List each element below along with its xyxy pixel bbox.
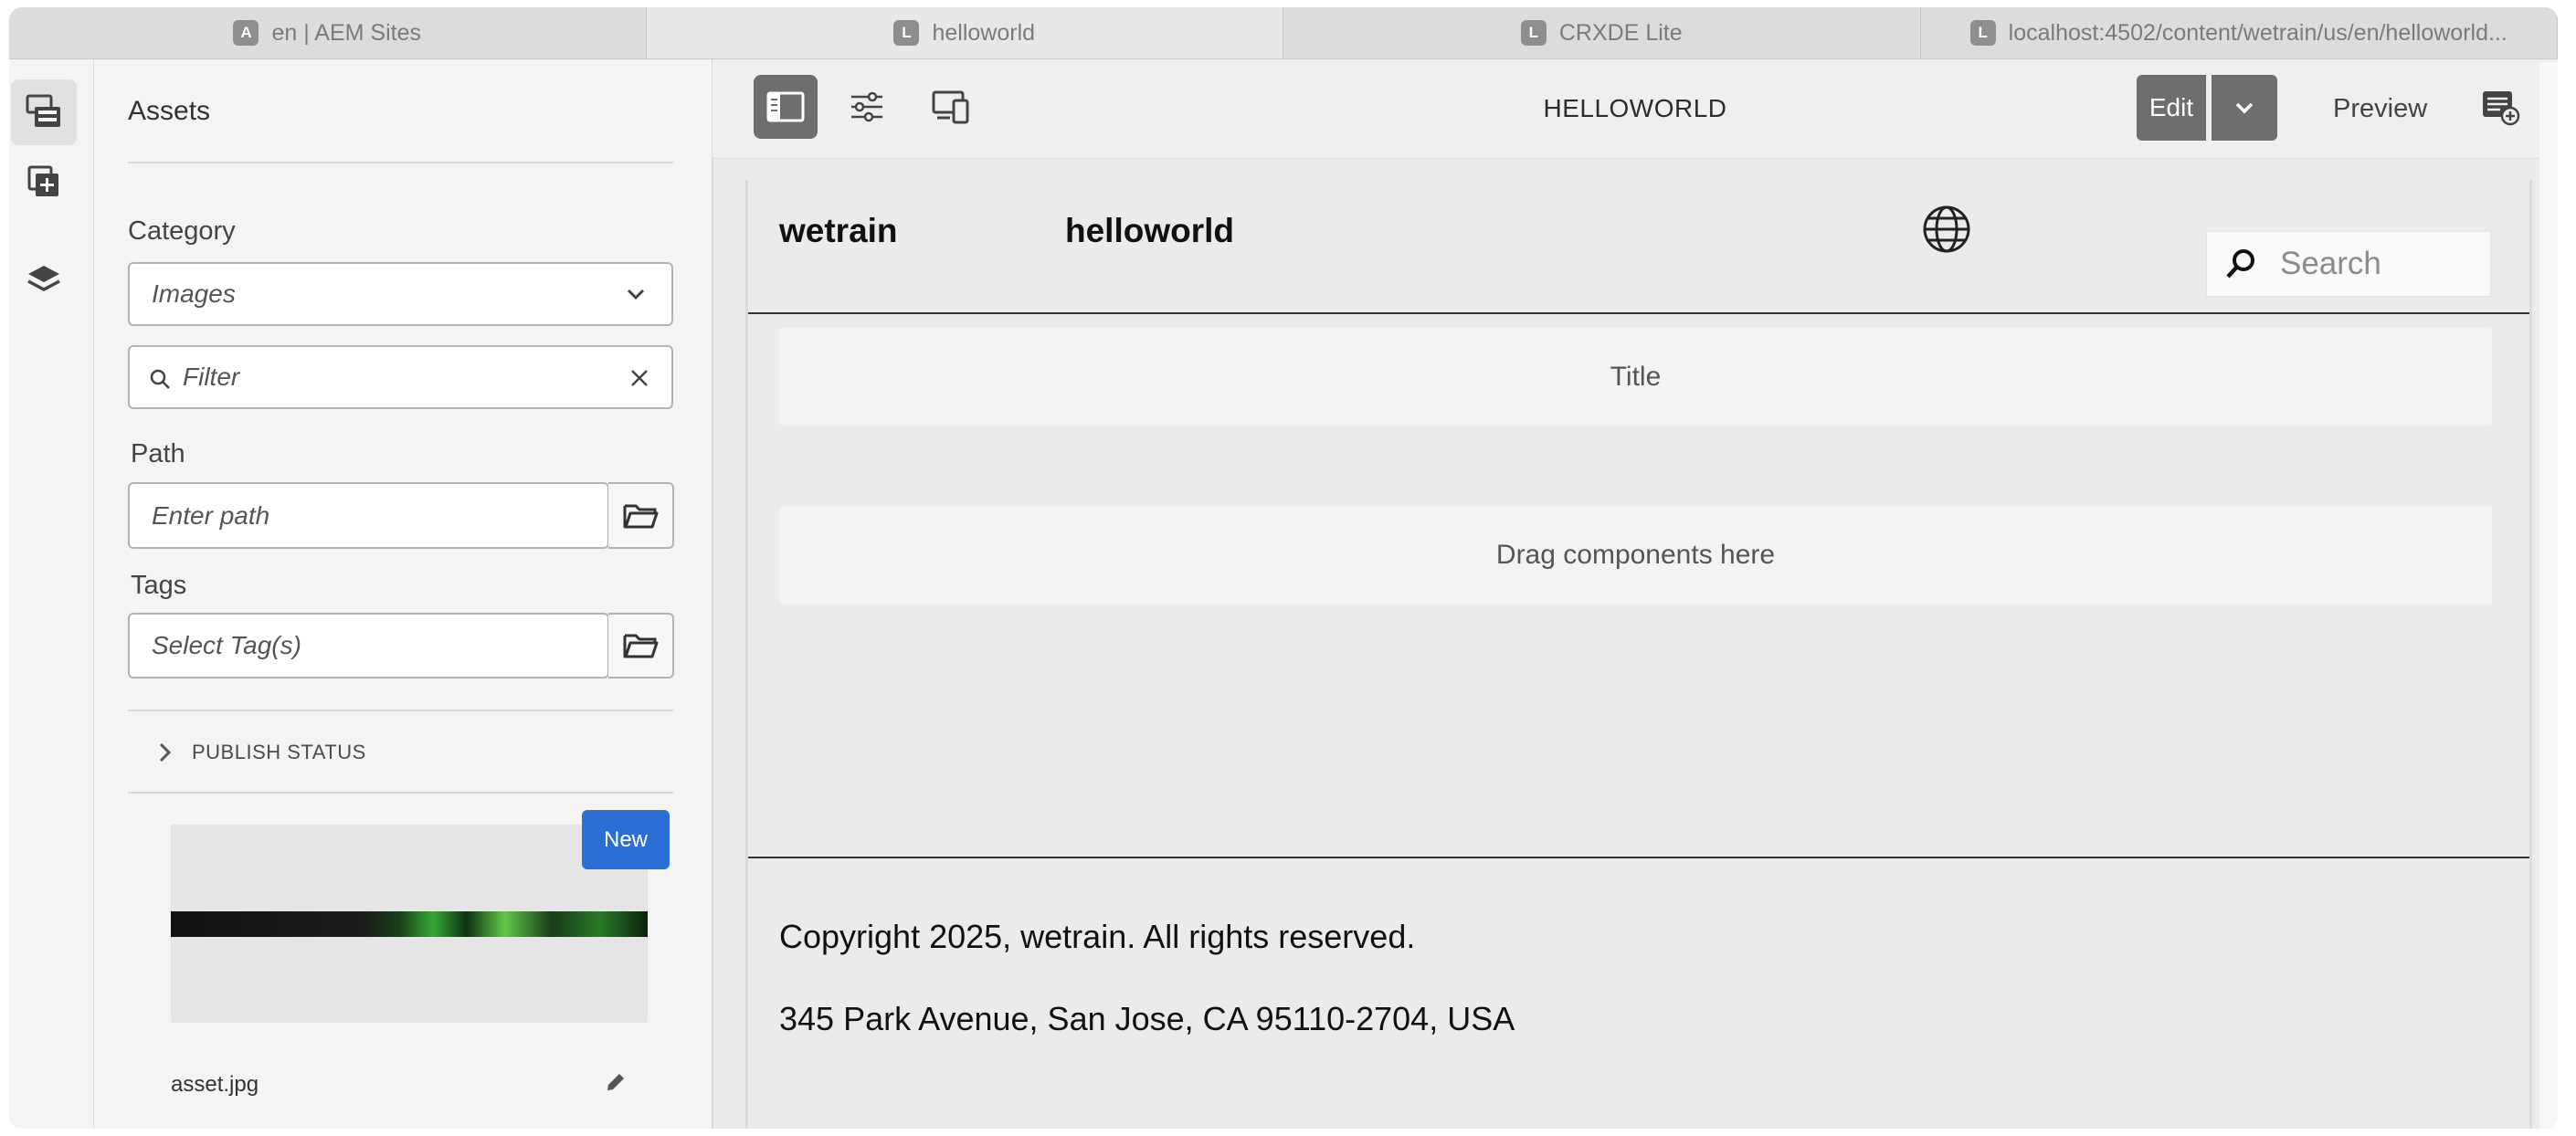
site-header: wetrain helloworld Search	[748, 180, 2529, 312]
drop-zone-placeholder[interactable]: Drag components here	[779, 506, 2492, 605]
panel-title: Assets	[128, 96, 211, 126]
filter-placeholder: Filter	[183, 363, 240, 391]
footer-copyright: Copyright 2025, wetrain. All rights rese…	[779, 918, 1416, 955]
assets-finder-icon	[26, 94, 60, 127]
background-window-edge	[2539, 62, 2558, 1129]
title-component[interactable]: Title	[779, 328, 2492, 426]
folder-open-icon	[623, 504, 659, 528]
filter-input[interactable]: Filter	[128, 345, 673, 409]
divider	[128, 792, 673, 794]
tags-label: Tags	[131, 571, 187, 600]
category-value: Images	[152, 279, 236, 308]
tags-input[interactable]: Select Tag(s)	[128, 613, 609, 678]
tab-title: helloworld	[932, 19, 1036, 46]
tab-crxde-lite[interactable]: L CRXDE Lite	[1283, 7, 1921, 58]
rail-content-tree-button[interactable]	[11, 247, 77, 313]
search-placeholder: Search	[2280, 246, 2381, 281]
content-tree-layers-icon	[27, 266, 60, 291]
search-icon	[150, 369, 170, 389]
asset-image-preview	[171, 911, 648, 937]
mode-dropdown-button[interactable]	[2212, 75, 2277, 141]
folder-open-icon	[623, 634, 659, 658]
category-select[interactable]: Images	[128, 262, 673, 326]
footer-divider	[748, 857, 2529, 858]
divider	[128, 162, 673, 163]
tab-title: CRXDE Lite	[1558, 19, 1683, 46]
page-favicon-icon: L	[893, 20, 920, 46]
tab-title: en | AEM Sites	[271, 19, 421, 46]
browser-tab-bar: A en | AEM Sites L helloworld L CRXDE Li…	[9, 7, 2558, 59]
search-icon	[2226, 249, 2254, 279]
tab-title: localhost:4502/content/wetrain/us/en/hel…	[2008, 19, 2507, 46]
category-label: Category	[128, 216, 236, 246]
adobe-favicon-icon: A	[233, 20, 259, 46]
path-placeholder: Enter path	[152, 500, 270, 530]
components-icon	[27, 165, 58, 196]
asset-name[interactable]: asset.jpg	[171, 1072, 259, 1098]
new-badge: New	[582, 810, 670, 869]
path-input[interactable]: Enter path	[128, 482, 609, 549]
path-label: Path	[131, 439, 185, 468]
asset-card-thumbnail[interactable]	[171, 825, 648, 1023]
editor-toolbar: HELLOWORLD Edit Preview	[713, 59, 2558, 159]
browser-window: A en | AEM Sites L helloworld L CRXDE Li…	[9, 7, 2558, 1129]
tags-placeholder: Select Tag(s)	[152, 631, 301, 659]
nav-item-helloworld[interactable]: helloworld	[1065, 212, 1234, 250]
pencil-edit-icon[interactable]	[604, 1070, 628, 1094]
publish-status-label: PUBLISH STATUS	[192, 741, 366, 763]
tab-localhost-helloworld[interactable]: L localhost:4502/content/wetrain/us/en/h…	[1921, 7, 2558, 58]
header-divider	[748, 312, 2529, 314]
assets-panel: Assets Category Images Filter Path Enter…	[94, 59, 713, 1129]
tab-helloworld[interactable]: L helloworld	[646, 7, 1283, 58]
page-favicon-icon: L	[1969, 20, 1996, 46]
footer-address: 345 Park Avenue, San Jose, CA 95110-2704…	[779, 1000, 1515, 1037]
site-search-input[interactable]: Search	[2206, 231, 2491, 297]
rail-components-button[interactable]	[11, 149, 77, 215]
site-brand-link[interactable]: wetrain	[779, 212, 898, 250]
edit-mode-button[interactable]: Edit	[2137, 75, 2206, 141]
globe-language-icon[interactable]	[1921, 204, 1972, 255]
page-editor-canvas: wetrain helloworld Search Title Drag com…	[745, 180, 2532, 1129]
path-browse-button[interactable]	[608, 482, 674, 549]
page-title: HELLOWORLD	[1543, 94, 1727, 122]
side-rail	[9, 59, 94, 1129]
crxde-favicon-icon: L	[1520, 20, 1547, 46]
tags-browse-button[interactable]	[608, 613, 674, 678]
chevron-down-icon	[627, 289, 645, 300]
tab-aem-sites[interactable]: A en | AEM Sites	[9, 7, 647, 58]
chevron-right-icon	[159, 742, 172, 763]
close-icon[interactable]	[628, 366, 651, 390]
annotations-icon[interactable]	[2480, 87, 2520, 127]
rail-assets-button[interactable]	[11, 79, 77, 145]
preview-button[interactable]: Preview	[2333, 94, 2427, 124]
chevron-down-icon	[2235, 102, 2254, 114]
publish-status-accordion[interactable]: PUBLISH STATUS	[128, 711, 673, 794]
